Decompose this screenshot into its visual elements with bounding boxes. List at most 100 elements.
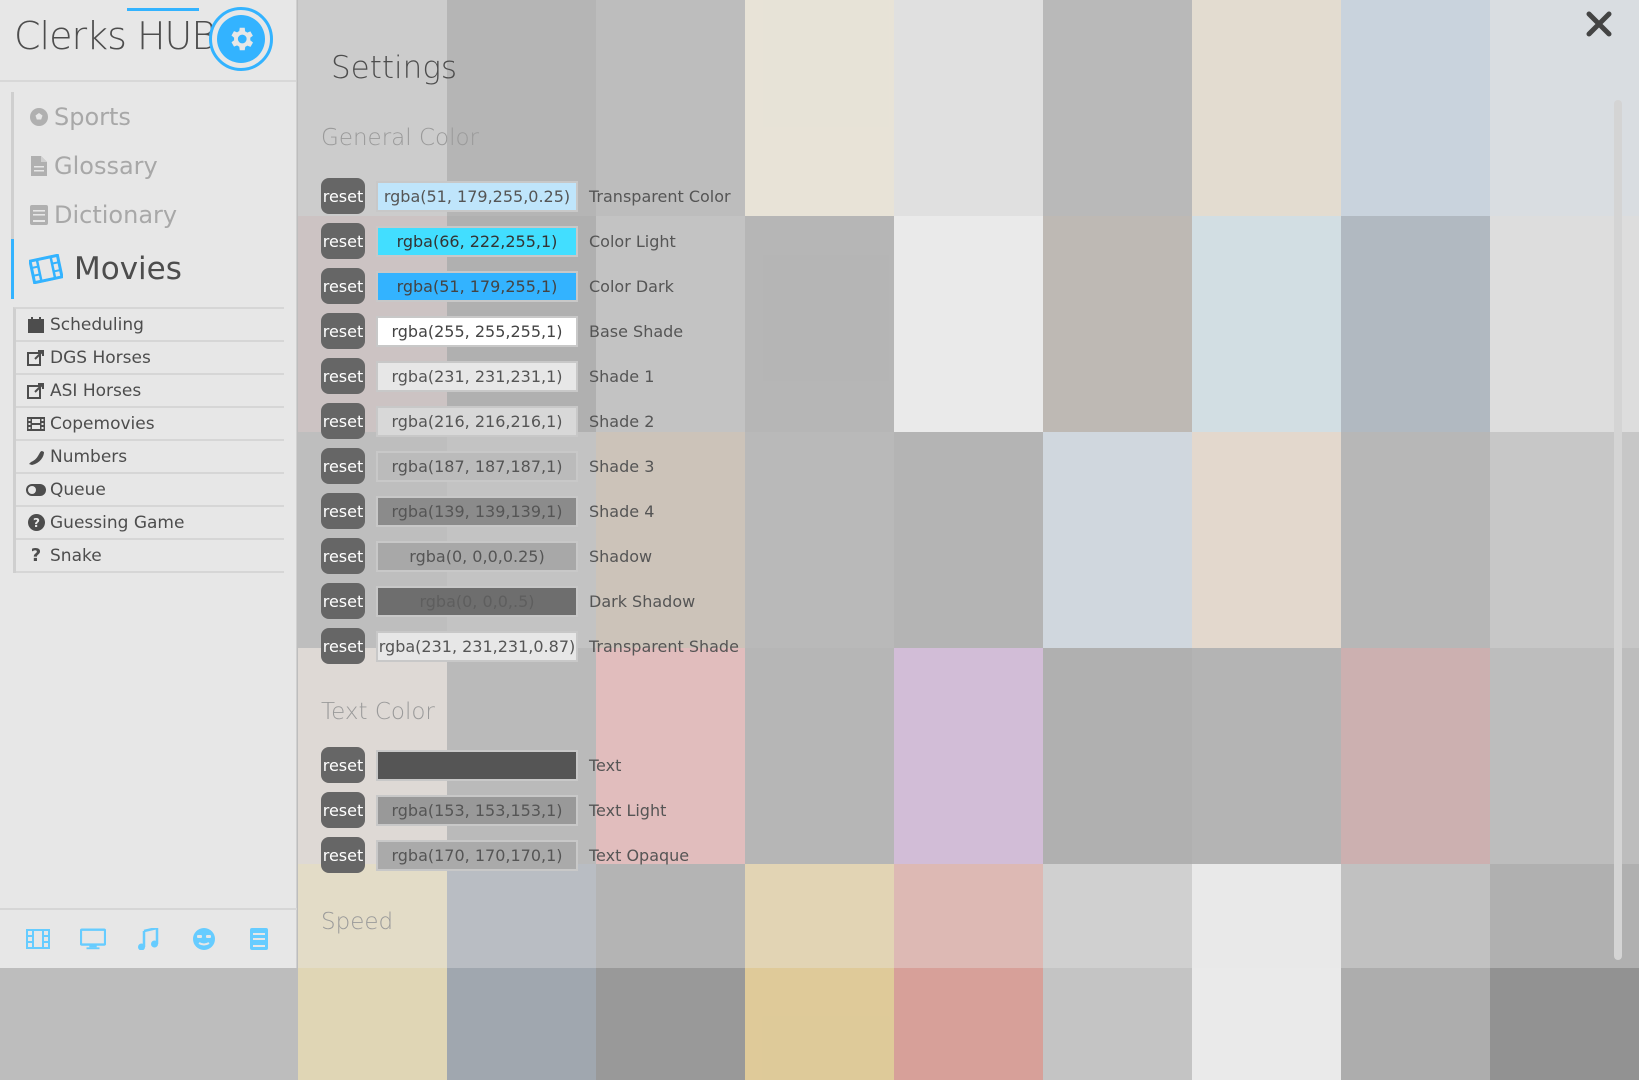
close-icon[interactable] bbox=[1583, 8, 1615, 40]
book-icon[interactable] bbox=[246, 926, 272, 952]
bottom-toolbar bbox=[0, 908, 297, 968]
nav-item-movies[interactable]: Movies bbox=[11, 239, 291, 299]
reset-button[interactable]: reset bbox=[321, 792, 365, 828]
color-setting-label: Transparent Shade bbox=[589, 636, 739, 656]
sub-item-queue[interactable]: Queue bbox=[16, 474, 284, 507]
sub-item-label: DGS Horses bbox=[50, 347, 151, 368]
color-setting-row: reset rgba(153, 153,153,1) Text Light bbox=[321, 792, 666, 828]
sub-item-label: Scheduling bbox=[50, 314, 144, 335]
color-setting-label: Text bbox=[589, 755, 622, 775]
soccer-ball-icon bbox=[28, 106, 50, 128]
film-icon bbox=[28, 251, 64, 287]
color-setting-label: Color Dark bbox=[589, 276, 674, 296]
color-setting-label: Dark Shadow bbox=[589, 591, 696, 611]
nav-label: Sports bbox=[54, 102, 131, 131]
monitor-icon[interactable] bbox=[80, 926, 107, 952]
reset-button[interactable]: reset bbox=[321, 837, 365, 873]
color-value-field[interactable]: rgba(139, 139,139,1) bbox=[376, 495, 578, 527]
gear-icon bbox=[217, 15, 265, 63]
nav-item-sports[interactable]: Sports bbox=[11, 92, 291, 141]
page-title: Settings bbox=[331, 50, 458, 86]
color-value-field[interactable]: rgba(0, 0,0,.5) bbox=[376, 585, 578, 617]
color-setting-row: reset rgba(231, 231,231,0.87) Transparent … bbox=[321, 628, 739, 664]
sidebar: Clerks HUB Sports Glossary Dictionary Mo… bbox=[0, 0, 297, 968]
color-setting-row: reset rgba(0, 0,0,0.25) Shadow bbox=[321, 538, 652, 574]
color-value-field[interactable] bbox=[376, 749, 578, 781]
sub-item-guessing-game[interactable]: ? Guessing Game bbox=[16, 507, 284, 540]
color-value-field[interactable]: rgba(170, 170,170,1) bbox=[376, 839, 578, 871]
color-setting-label: Transparent Color bbox=[589, 186, 731, 206]
nav-item-dictionary[interactable]: Dictionary bbox=[11, 190, 291, 239]
reset-button[interactable]: reset bbox=[321, 583, 365, 619]
reset-button[interactable]: reset bbox=[321, 493, 365, 529]
color-setting-label: Shade 3 bbox=[589, 456, 655, 476]
color-setting-row: reset rgba(170, 170,170,1) Text Opaque bbox=[321, 837, 689, 873]
color-value-field[interactable]: rgba(216, 216,216,1) bbox=[376, 405, 578, 437]
sub-item-label: Copemovies bbox=[50, 413, 155, 434]
section-general-color: General Color bbox=[321, 125, 480, 151]
color-setting-label: Shade 1 bbox=[589, 366, 655, 386]
book-icon bbox=[28, 204, 50, 226]
color-setting-label: Text Light bbox=[589, 800, 667, 820]
scrollbar[interactable] bbox=[1614, 100, 1622, 960]
color-value-field[interactable]: rgba(51, 179,255,0.25) bbox=[376, 180, 578, 212]
reset-button[interactable]: reset bbox=[321, 268, 365, 304]
svg-text:?: ? bbox=[33, 516, 40, 530]
toggle-icon bbox=[26, 481, 46, 499]
color-setting-row: reset rgba(51, 179,255,1) Color Dark bbox=[321, 268, 674, 304]
nav-item-glossary[interactable]: Glossary bbox=[11, 141, 291, 190]
sub-item-label: Queue bbox=[50, 479, 106, 500]
color-value-field[interactable]: rgba(231, 231,231,1) bbox=[376, 360, 578, 392]
reset-button[interactable]: reset bbox=[321, 403, 365, 439]
color-setting-row: reset rgba(255, 255,255,1) Base Shade bbox=[321, 313, 683, 349]
color-value-field[interactable]: rgba(255, 255,255,1) bbox=[376, 315, 578, 347]
sub-item-snake[interactable]: ? Snake bbox=[16, 540, 284, 573]
sub-item-dgs-horses[interactable]: DGS Horses bbox=[16, 342, 284, 375]
color-value-field[interactable]: rgba(66, 222,255,1) bbox=[376, 225, 578, 257]
color-value-field[interactable]: rgba(51, 179,255,1) bbox=[376, 270, 578, 302]
section-text-color: Text Color bbox=[321, 699, 435, 725]
color-value-field[interactable]: rgba(187, 187,187,1) bbox=[376, 450, 578, 482]
settings-gear-button[interactable] bbox=[209, 7, 273, 71]
question-icon: ? bbox=[30, 545, 42, 566]
reset-button[interactable]: reset bbox=[321, 628, 365, 664]
color-setting-row: reset rgba(139, 139,139,1) Shade 4 bbox=[321, 493, 654, 529]
film-icon[interactable] bbox=[25, 926, 51, 952]
color-setting-row: reset rgba(187, 187,187,1) Shade 3 bbox=[321, 448, 654, 484]
color-setting-label: Base Shade bbox=[589, 321, 684, 341]
color-value-field[interactable]: rgba(231, 231,231,0.87) bbox=[376, 630, 578, 662]
color-setting-row: reset rgba(51, 179,255,0.25) Transparent C… bbox=[321, 178, 731, 214]
film-strip-icon bbox=[26, 415, 46, 433]
question-circle-icon: ? bbox=[26, 514, 46, 532]
sub-item-label: ASI Horses bbox=[50, 380, 142, 401]
section-speed: Speed bbox=[321, 909, 394, 935]
nav-label: Glossary bbox=[54, 151, 158, 180]
reset-button[interactable]: reset bbox=[321, 747, 365, 783]
main-nav: Sports Glossary Dictionary Movies bbox=[11, 92, 291, 299]
color-setting-row: reset rgba(0, 0,0,.5) Dark Shadow bbox=[321, 583, 695, 619]
color-value-field[interactable]: rgba(153, 153,153,1) bbox=[376, 794, 578, 826]
sub-item-label: Snake bbox=[50, 545, 102, 566]
movies-submenu: Scheduling DGS Horses ASI Horses Copemov… bbox=[13, 307, 284, 573]
face-icon[interactable] bbox=[191, 926, 217, 952]
app-title: Clerks HUB bbox=[14, 14, 216, 58]
sub-item-label: Guessing Game bbox=[50, 512, 185, 533]
sub-item-numbers[interactable]: Numbers bbox=[16, 441, 284, 474]
color-setting-row: reset Text bbox=[321, 747, 621, 783]
reset-button[interactable]: reset bbox=[321, 538, 365, 574]
music-icon[interactable] bbox=[135, 926, 161, 952]
sub-item-scheduling[interactable]: Scheduling bbox=[16, 309, 284, 342]
reset-button[interactable]: reset bbox=[321, 223, 365, 259]
reset-button[interactable]: reset bbox=[321, 358, 365, 394]
sub-item-asi-horses[interactable]: ASI Horses bbox=[16, 375, 284, 408]
color-setting-row: reset rgba(231, 231,231,1) Shade 1 bbox=[321, 358, 654, 394]
reset-button[interactable]: reset bbox=[321, 178, 365, 214]
nav-label: Movies bbox=[74, 251, 182, 287]
sub-item-copemovies[interactable]: Copemovies bbox=[16, 408, 284, 441]
color-setting-label: Shade 4 bbox=[589, 501, 655, 521]
color-setting-row: reset rgba(216, 216,216,1) Shade 2 bbox=[321, 403, 654, 439]
color-value-field[interactable]: rgba(0, 0,0,0.25) bbox=[376, 540, 578, 572]
reset-button[interactable]: reset bbox=[321, 313, 365, 349]
nav-label: Dictionary bbox=[54, 200, 178, 229]
reset-button[interactable]: reset bbox=[321, 448, 365, 484]
